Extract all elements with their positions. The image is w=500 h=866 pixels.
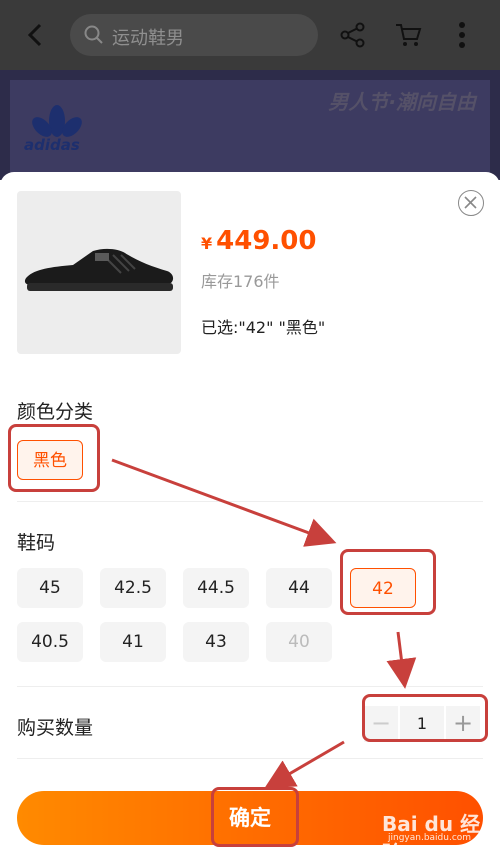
arrow-quantity-to-confirm xyxy=(264,740,345,789)
arrow-color-to-size xyxy=(111,458,337,547)
baidu-watermark-url: jingyan.baidu.com xyxy=(388,833,472,843)
annotation-arrows xyxy=(111,458,417,789)
arrow-size-to-quantity xyxy=(386,631,417,689)
